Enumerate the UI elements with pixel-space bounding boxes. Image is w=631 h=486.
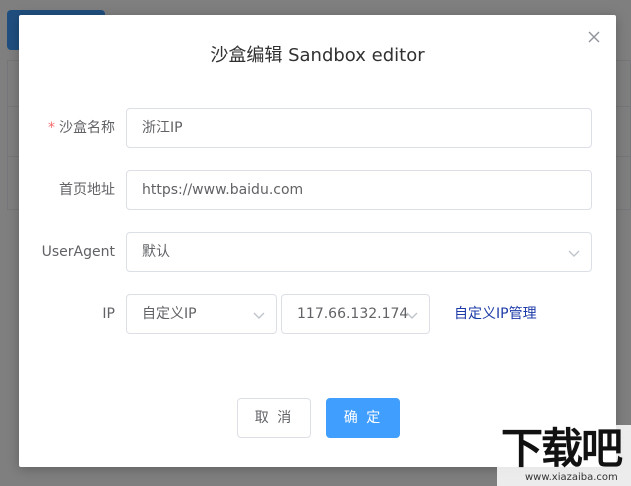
form-row-useragent: UserAgent 默认 — [19, 232, 616, 272]
useragent-selected-value: 默认 — [142, 244, 170, 260]
chevron-down-icon — [253, 312, 265, 319]
ip-label: IP — [102, 306, 115, 322]
ip-mode-selected-value: 自定义IP — [142, 306, 197, 322]
close-button[interactable] — [584, 27, 604, 47]
name-label-wrap: * 沙盒名称 — [19, 108, 115, 148]
chevron-down-icon — [406, 312, 418, 319]
homepage-url-input[interactable]: https://www.baidu.com — [126, 170, 592, 210]
dialog-title: 沙盒编辑 Sandbox editor — [210, 45, 425, 66]
cancel-button[interactable]: 取 消 — [237, 398, 311, 438]
ip-address-selected-value: 117.66.132.174 — [297, 306, 409, 322]
watermark-url: www.xiazaiba.com — [525, 472, 618, 483]
confirm-button[interactable]: 确 定 — [326, 398, 400, 438]
useragent-select[interactable]: 默认 — [126, 232, 592, 272]
name-label: 沙盒名称 — [59, 120, 115, 136]
chevron-down-icon — [568, 250, 580, 257]
form-row-name: * 沙盒名称 浙江IP — [19, 108, 616, 148]
homepage-label: 首页地址 — [59, 182, 115, 198]
custom-ip-manage-link[interactable]: 自定义IP管理 — [454, 294, 537, 334]
sandbox-name-input[interactable]: 浙江IP — [126, 108, 592, 148]
useragent-label: UserAgent — [41, 244, 115, 260]
watermark-logo: 下载吧 www.xiazaiba.com — [497, 425, 631, 486]
ip-address-select[interactable]: 117.66.132.174 — [281, 294, 430, 334]
watermark-text: 下载吧 — [501, 424, 623, 473]
ip-mode-select[interactable]: 自定义IP — [126, 294, 277, 334]
required-mark: * — [48, 120, 55, 136]
form-row-ip: IP 自定义IP 117.66.132.174 自定义IP管理 — [19, 294, 616, 334]
close-icon — [588, 31, 600, 43]
sandbox-editor-dialog: 沙盒编辑 Sandbox editor * 沙盒名称 浙江IP 首页地址 http… — [19, 15, 616, 467]
form-row-homepage: 首页地址 https://www.baidu.com — [19, 170, 616, 210]
